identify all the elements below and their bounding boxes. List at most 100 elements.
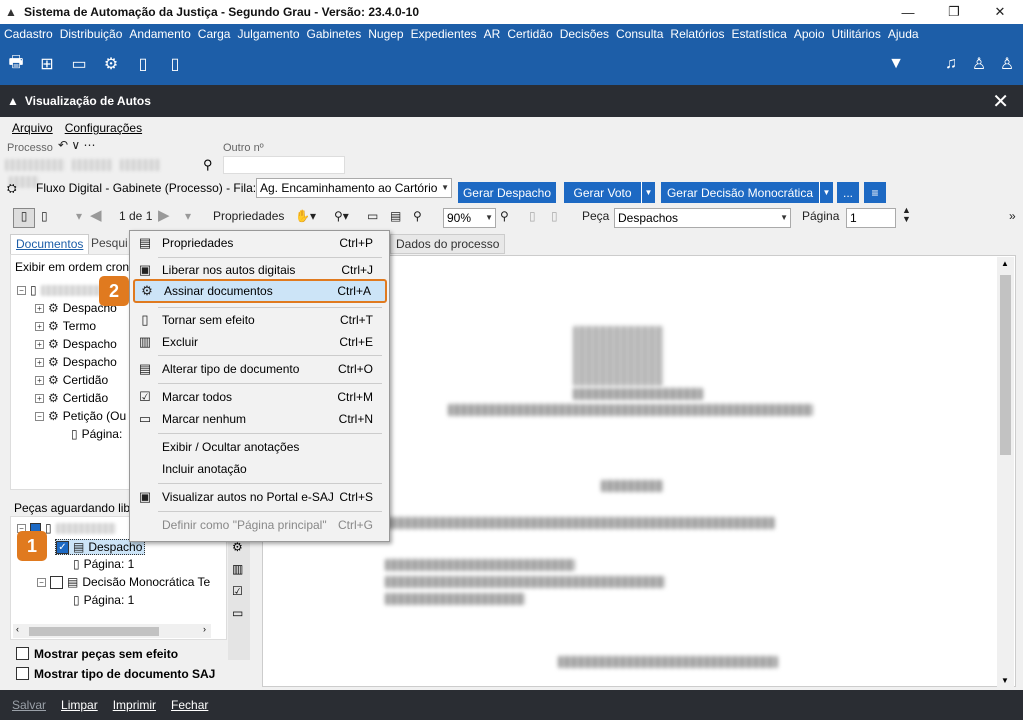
folder-icon[interactable]: ▭ bbox=[68, 53, 90, 75]
outro-numero-input[interactable] bbox=[223, 156, 345, 174]
propriedades-button[interactable]: Propriedades bbox=[213, 209, 284, 223]
document-icon[interactable]: ▯ bbox=[132, 53, 154, 75]
fit-page-icon[interactable]: ▤ bbox=[390, 209, 401, 223]
zoom-icon[interactable]: ⚲▾ bbox=[334, 209, 349, 223]
menu-gabinetes[interactable]: Gabinetes bbox=[307, 27, 362, 41]
tab-dados-processo[interactable]: Dados do processo bbox=[390, 234, 506, 254]
menu-carga[interactable]: Carga bbox=[198, 27, 231, 41]
menu-apoio[interactable]: Apoio bbox=[794, 27, 825, 41]
chevron-down-icon[interactable]: ▼ bbox=[641, 182, 655, 203]
menu-utilitarios[interactable]: Utilitários bbox=[832, 27, 881, 41]
close-icon[interactable]: ✕ bbox=[992, 89, 1009, 114]
filter-button[interactable]: ≡ bbox=[864, 182, 886, 203]
menu-nugep[interactable]: Nugep bbox=[368, 27, 403, 41]
vertical-scrollbar[interactable]: ▲ ▼ bbox=[997, 257, 1014, 687]
tree-item[interactable]: + ⚙ Despacho bbox=[35, 355, 117, 369]
tree-item[interactable]: + ⚙ Termo bbox=[35, 319, 96, 333]
gerar-despacho-button[interactable]: Gerar Despacho bbox=[458, 182, 556, 203]
user-settings-icon[interactable]: ⚙ bbox=[100, 53, 122, 75]
menu-item-portal-esaj[interactable]: ▣ Visualizar autos no Portal e-SAJ Ctrl+S bbox=[133, 486, 387, 508]
org-chart-icon[interactable]: ⊞ bbox=[36, 53, 58, 75]
rotate-left-icon[interactable]: ▯ bbox=[529, 209, 536, 223]
last-page-icon[interactable]: ▾ bbox=[185, 209, 191, 223]
first-page-icon[interactable]: ▾ bbox=[76, 209, 82, 223]
menu-item-marcar-todos[interactable]: ☑ Marcar todos Ctrl+M bbox=[133, 386, 387, 408]
menu-andamento[interactable]: Andamento bbox=[129, 27, 190, 41]
menu-item-excluir[interactable]: ▥ Excluir Ctrl+E bbox=[133, 331, 387, 353]
menu-item-pagina-principal[interactable]: Definir como "Página principal" Ctrl+G bbox=[133, 514, 387, 536]
salvar-button[interactable]: Salvar bbox=[12, 698, 46, 712]
search-icon[interactable]: ⚲ bbox=[203, 157, 213, 173]
menu-item-marcar-nenhum[interactable]: ▭ Marcar nenhum Ctrl+N bbox=[133, 408, 387, 430]
tree-item[interactable]: + ⚙ Certidão bbox=[35, 391, 108, 405]
menu-certidao[interactable]: Certidão bbox=[507, 27, 552, 41]
check-all-icon[interactable]: ☑ bbox=[232, 584, 243, 598]
menu-ajuda[interactable]: Ajuda bbox=[888, 27, 919, 41]
processo-field[interactable]: x x x x bbox=[5, 156, 195, 188]
menu-item-propriedades[interactable]: ▤ Propriedades Ctrl+P bbox=[133, 232, 387, 254]
zoom-out-icon[interactable]: ⚲ bbox=[413, 209, 422, 223]
minimize-button[interactable]: — bbox=[885, 0, 931, 24]
tab-pesquisa[interactable]: Pesqui bbox=[86, 234, 133, 254]
dropdown-icon[interactable]: ▼ bbox=[885, 53, 907, 75]
menu-julgamento[interactable]: Julgamento bbox=[237, 27, 299, 41]
bell-icon[interactable]: ♫ bbox=[940, 53, 962, 75]
tree-item[interactable]: + ⚙ Despacho bbox=[35, 337, 117, 351]
pending-page[interactable]: ▯ Página: 1 bbox=[73, 557, 134, 571]
menu-item-alterar-tipo[interactable]: ▤ Alterar tipo de documento Ctrl+O bbox=[133, 358, 387, 380]
delete-icon[interactable]: ▥ bbox=[232, 562, 243, 576]
chevron-down-icon[interactable]: ▼ bbox=[819, 182, 833, 203]
menu-item-exibir-anotacoes[interactable]: Exibir / Ocultar anotações bbox=[133, 436, 387, 458]
tree-item[interactable]: + ⚙ Certidão bbox=[35, 373, 108, 387]
document-icon[interactable]: ▯ bbox=[13, 208, 35, 228]
report-icon[interactable]: ▯ bbox=[164, 53, 186, 75]
zoom-select[interactable]: 90% ▼ bbox=[443, 208, 496, 228]
menu-item-tornar-sem-efeito[interactable]: ▯ Tornar sem efeito Ctrl+T bbox=[133, 309, 387, 331]
rotate-right-icon[interactable]: ▯ bbox=[551, 209, 558, 223]
tree-item[interactable]: − ⚙ Petição (Ou bbox=[35, 409, 126, 423]
pagina-input[interactable]: 1 bbox=[846, 208, 896, 228]
pending-page[interactable]: ▯ Página: 1 bbox=[73, 593, 134, 607]
menu-distribuicao[interactable]: Distribuição bbox=[60, 27, 123, 41]
menu-ar[interactable]: AR bbox=[484, 27, 501, 41]
menu-expedientes[interactable]: Expedientes bbox=[411, 27, 477, 41]
tree-root[interactable]: −▯x bbox=[17, 283, 101, 297]
sem-efeito-checkbox[interactable] bbox=[16, 647, 29, 660]
menu-item-assinar[interactable]: ⚙ Assinar documentos Ctrl+A bbox=[133, 279, 387, 303]
menu-decisoes[interactable]: Decisões bbox=[560, 27, 609, 41]
page-stepper-icon[interactable]: ▲ ▼ bbox=[902, 206, 911, 224]
user-icon[interactable]: ♙ bbox=[996, 53, 1018, 75]
uncheck-all-icon[interactable]: ▭ bbox=[232, 606, 243, 620]
menu-cadastro[interactable]: Cadastro bbox=[4, 27, 53, 41]
close-button[interactable]: ✕ bbox=[977, 0, 1023, 24]
prev-page-icon[interactable]: ◀ bbox=[90, 206, 102, 224]
gerar-decisao-button[interactable]: Gerar Decisão Monocrática ▼ bbox=[661, 182, 833, 203]
tab-documentos[interactable]: Documentos bbox=[10, 234, 90, 254]
more-button[interactable]: ... bbox=[837, 182, 859, 203]
next-page-icon[interactable]: ▶ bbox=[158, 206, 170, 224]
expand-icon[interactable]: » bbox=[1009, 209, 1016, 223]
fit-width-icon[interactable]: ▭ bbox=[367, 209, 378, 223]
undo-icon[interactable]: ↶ ∨ ⋯ bbox=[58, 138, 96, 152]
tipo-doc-checkbox[interactable] bbox=[16, 667, 29, 680]
pending-item-decisao[interactable]: − ▤ Decisão Monocrática Te bbox=[37, 575, 210, 589]
users-icon[interactable]: ♙ bbox=[968, 53, 990, 75]
menu-consulta[interactable]: Consulta bbox=[616, 27, 663, 41]
peca-select[interactable]: Despachos ▼ bbox=[614, 208, 791, 228]
zoom-in-icon[interactable]: ⚲ bbox=[500, 209, 509, 223]
printer-icon[interactable]: 🖶 bbox=[5, 53, 27, 75]
fechar-button[interactable]: Fechar bbox=[171, 698, 208, 712]
menu-item-incluir-anotacao[interactable]: Incluir anotação bbox=[133, 458, 387, 480]
imprimir-button[interactable]: Imprimir bbox=[113, 698, 156, 712]
menu-arquivo[interactable]: Arquivo bbox=[12, 121, 53, 135]
sign-icon[interactable]: ⚙ bbox=[232, 540, 243, 554]
menu-relatorios[interactable]: Relatórios bbox=[670, 27, 724, 41]
limpar-button[interactable]: Limpar bbox=[61, 698, 98, 712]
fila-select[interactable]: Ag. Encaminhamento ao Cartório ▼ bbox=[256, 178, 452, 198]
horizontal-scrollbar[interactable]: ‹ › bbox=[13, 624, 211, 638]
hand-tool-icon[interactable]: ✋▾ bbox=[295, 209, 316, 223]
menu-estatistica[interactable]: Estatística bbox=[731, 27, 786, 41]
restore-button[interactable]: ❐ bbox=[931, 0, 977, 24]
tree-item[interactable]: ▯ Página: bbox=[71, 427, 122, 441]
gerar-voto-button[interactable]: Gerar Voto ▼ bbox=[564, 182, 655, 203]
